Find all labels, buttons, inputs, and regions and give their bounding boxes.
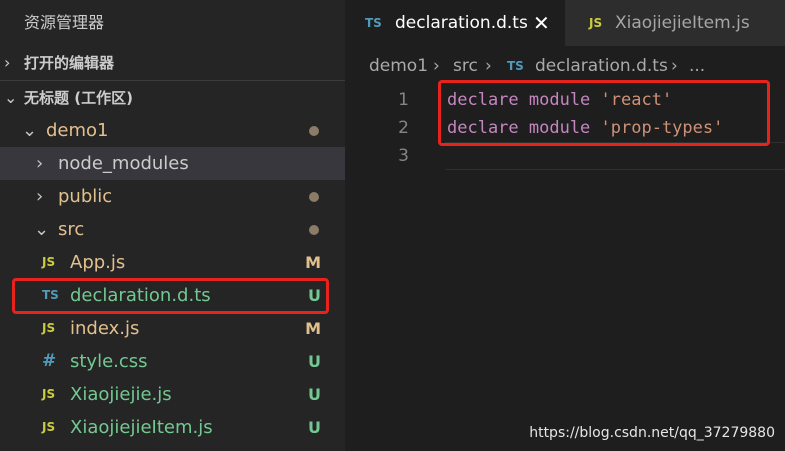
tree-item-label: demo1 bbox=[46, 120, 109, 141]
line-number: 3 bbox=[398, 146, 409, 166]
tab-declaration-d-ts[interactable]: TS declaration.d.ts ✕ bbox=[345, 0, 565, 46]
git-status-badge: U bbox=[308, 418, 321, 437]
explorer-sidebar: 资源管理器 › 打开的编辑器 ⌄ 无标题 (工作区) ⌄ demo1 › nod… bbox=[0, 0, 345, 451]
tree-item-label: index.js bbox=[70, 318, 140, 339]
chevron-down-icon: ⌄ bbox=[22, 120, 38, 141]
tab-bar: TS declaration.d.ts ✕ JS XiaojiejieItem.… bbox=[345, 0, 785, 46]
tree-item-label: public bbox=[58, 186, 113, 207]
js-file-icon: JS bbox=[42, 255, 56, 269]
modified-dot-icon bbox=[309, 225, 319, 235]
chevron-right-icon: › bbox=[36, 186, 44, 207]
highlight-box-declaration-file bbox=[12, 278, 329, 314]
open-editors-label: 打开的编辑器 bbox=[24, 54, 115, 72]
close-icon[interactable]: ✕ bbox=[533, 0, 550, 46]
tab-label: XiaojiejieItem.js bbox=[615, 13, 750, 33]
tree-file-style-css[interactable]: # style.css U bbox=[0, 345, 345, 378]
highlight-box-code bbox=[438, 80, 770, 146]
workspace-label: 无标题 (工作区) bbox=[24, 89, 133, 107]
current-line-highlight bbox=[445, 142, 785, 170]
git-status-badge: M bbox=[305, 319, 321, 338]
tree-file-xiaojiejieitem-js[interactable]: JS XiaojiejieItem.js U bbox=[0, 411, 345, 444]
line-number: 2 bbox=[398, 118, 409, 138]
tab-label: declaration.d.ts bbox=[395, 13, 528, 33]
ts-file-icon: TS bbox=[365, 16, 382, 30]
git-status-badge: M bbox=[305, 253, 321, 272]
tree-item-label: Xiaojiejie.js bbox=[70, 384, 172, 405]
chevron-right-icon: › bbox=[4, 53, 11, 72]
tree-item-label: node_modules bbox=[58, 153, 189, 174]
tree-file-xiaojiejie-js[interactable]: JS Xiaojiejie.js U bbox=[0, 378, 345, 411]
tree-folder-node-modules[interactable]: › node_modules bbox=[0, 147, 345, 180]
breadcrumb-item-demo1[interactable]: demo1 bbox=[369, 46, 428, 86]
tree-file-app-js[interactable]: JS App.js M bbox=[0, 246, 345, 279]
tree-folder-demo1[interactable]: ⌄ demo1 bbox=[0, 114, 345, 147]
chevron-down-icon: ⌄ bbox=[4, 88, 18, 107]
watermark: https://blog.csdn.net/qq_37279880 bbox=[529, 425, 775, 441]
tree-item-label: style.css bbox=[70, 351, 148, 372]
tree-item-label: App.js bbox=[70, 252, 126, 273]
chevron-down-icon: ⌄ bbox=[34, 219, 50, 240]
open-editors-section[interactable]: › 打开的编辑器 bbox=[0, 46, 345, 80]
git-status-badge: U bbox=[308, 352, 321, 371]
tree-item-label: XiaojiejieItem.js bbox=[70, 417, 213, 438]
js-file-icon: JS bbox=[42, 387, 56, 401]
css-file-icon: # bbox=[42, 351, 57, 371]
editor-area: TS declaration.d.ts ✕ JS XiaojiejieItem.… bbox=[345, 0, 785, 451]
tree-file-index-js[interactable]: JS index.js M bbox=[0, 312, 345, 345]
modified-dot-icon bbox=[309, 192, 319, 202]
code-line-3[interactable]: 3 bbox=[345, 142, 785, 170]
explorer-title: 资源管理器 bbox=[24, 13, 105, 32]
chevron-right-icon: › bbox=[36, 153, 44, 174]
git-status-badge: U bbox=[308, 385, 321, 404]
tab-xiaojiejieitem-js[interactable]: JS XiaojiejieItem.js bbox=[565, 0, 785, 46]
modified-dot-icon bbox=[309, 126, 319, 136]
tree-item-label: src bbox=[58, 219, 85, 240]
js-file-icon: JS bbox=[589, 16, 603, 30]
js-file-icon: JS bbox=[42, 420, 56, 434]
tree-folder-src[interactable]: ⌄ src bbox=[0, 213, 345, 246]
tree-folder-public[interactable]: › public bbox=[0, 180, 345, 213]
workspace-section[interactable]: ⌄ 无标题 (工作区) bbox=[0, 80, 345, 114]
line-number: 1 bbox=[398, 90, 409, 110]
js-file-icon: JS bbox=[42, 321, 56, 335]
